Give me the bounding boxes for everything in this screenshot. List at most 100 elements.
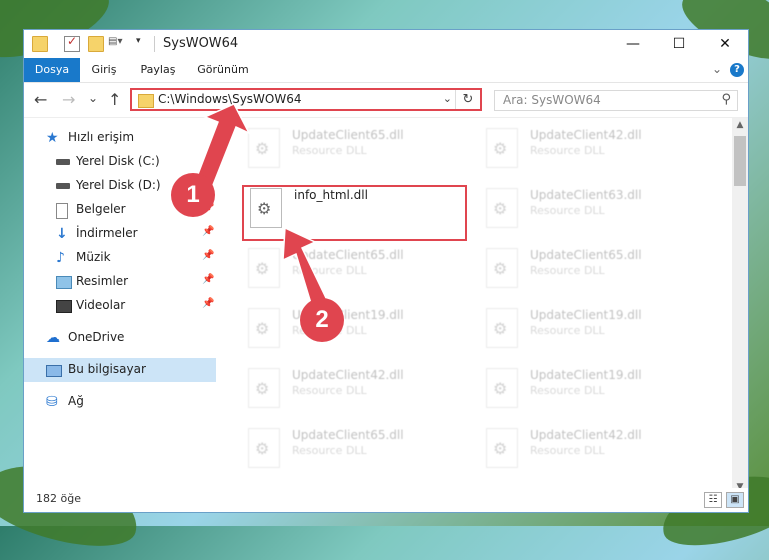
file-name: UpdateClient19.dll [530,368,642,382]
sidebar-item-label: Videolar [76,298,126,312]
close-button[interactable]: ✕ [702,30,748,58]
folder-icon[interactable] [32,36,48,52]
sidebar-item-network[interactable]: ⛁ Ağ [24,390,216,414]
file-item[interactable]: UpdateClient42.dll Resource DLL [480,122,710,174]
dll-file-icon [486,248,518,288]
sidebar-item-label: Yerel Disk (D:) [76,178,161,192]
file-name: UpdateClient42.dll [530,128,642,142]
file-type: Resource DLL [530,324,605,337]
sidebar-item-videos[interactable]: Videolar 📌 [24,294,216,318]
pin-icon[interactable]: 📌 [202,298,214,309]
up-arrow-icon[interactable]: ↑ [108,90,121,109]
file-type: Resource DLL [530,444,605,457]
dll-file-icon [248,248,280,288]
vertical-scrollbar[interactable]: ▲ ▼ [732,118,748,494]
properties-icon[interactable] [64,34,80,52]
tab-home[interactable]: Giriş [86,58,122,82]
sidebar-item-label: Ağ [68,394,84,408]
minimize-button[interactable]: — [610,30,656,58]
scroll-up-icon[interactable]: ▲ [732,120,748,130]
documents-icon [56,203,68,219]
file-name: UpdateClient65.dll [292,248,404,262]
file-item[interactable]: UpdateClient19.dll Resource DLL [480,362,710,414]
onedrive-icon: ☁ [46,330,60,346]
maximize-button[interactable]: ☐ [656,30,702,58]
file-type: Resource DLL [530,204,605,217]
file-type: Resource DLL [292,264,367,277]
file-item[interactable]: UpdateClient63.dll Resource DLL [480,182,710,234]
recent-locations-icon[interactable]: ⌄ [88,91,98,105]
file-type: Resource DLL [530,384,605,397]
pin-icon[interactable]: 📌 [202,226,214,237]
file-item[interactable]: UpdateClient19.dll Resource DLL [242,302,472,354]
file-name: UpdateClient65.dll [292,428,404,442]
file-item[interactable]: UpdateClient65.dll Resource DLL [480,242,710,294]
highlight-box [242,185,467,241]
search-icon[interactable]: ⚲ [721,92,731,107]
status-bar: 182 öğe ☷ ▣ [24,488,748,512]
file-type: Resource DLL [292,444,367,457]
refresh-icon[interactable]: ↻ [455,90,480,109]
scrollbar-thumb[interactable] [734,136,746,186]
large-icons-view-icon[interactable]: ▣ [726,492,744,508]
computer-icon [46,365,62,377]
forward-arrow-icon[interactable]: → [62,90,75,109]
window-title: SysWOW64 [163,36,239,51]
network-icon: ⛁ [46,394,58,410]
sidebar-item-pictures[interactable]: Resimler 📌 [24,270,216,294]
dll-file-icon [486,128,518,168]
dll-file-icon [248,368,280,408]
expand-ribbon-icon[interactable]: ⌄ [712,62,722,76]
file-type: Resource DLL [292,144,367,157]
file-name: UpdateClient19.dll [530,308,642,322]
details-view-icon[interactable]: ☷ [704,492,722,508]
explorer-window: ▤▾ ▾ SysWOW64 — ☐ ✕ Dosya Giriş Paylaş G… [24,30,748,512]
sidebar-item-quick-access[interactable]: ★ Hızlı erişim [24,126,216,150]
sidebar-item-music[interactable]: ♪ Müzik 📌 [24,246,216,270]
dll-file-icon [248,428,280,468]
tab-share[interactable]: Paylaş [136,58,180,82]
back-arrow-icon[interactable]: ← [34,90,47,109]
search-box[interactable]: Ara: SysWOW64 ⚲ [494,90,738,111]
navigation-bar: ← → ⌄ ↑ C:\Windows\SysWOW64 ⌄ ↻ Ara: Sys… [24,83,748,118]
new-folder-icon[interactable] [88,36,104,52]
sidebar-item-label: Bu bilgisayar [68,362,146,376]
dll-file-icon [486,428,518,468]
file-item[interactable]: UpdateClient65.dll Resource DLL [242,422,472,474]
sidebar-item-local-disk-c[interactable]: Yerel Disk (C:) [24,150,216,174]
callout-badge-1: 1 [171,173,215,217]
dll-file-icon [248,308,280,348]
file-name: UpdateClient65.dll [530,248,642,262]
file-item[interactable]: UpdateClient19.dll Resource DLL [480,302,710,354]
address-bar[interactable]: C:\Windows\SysWOW64 ⌄ ↻ [130,88,482,111]
address-path[interactable]: C:\Windows\SysWOW64 [158,92,302,106]
sidebar-item-downloads[interactable]: ↓ İndirmeler 📌 [24,222,216,246]
search-input[interactable]: Ara: SysWOW64 [503,93,601,107]
folder-icon [138,94,154,108]
dll-file-icon [486,188,518,228]
item-count: 182 öğe [36,492,81,505]
music-icon: ♪ [56,250,65,266]
sidebar-item-onedrive[interactable]: ☁ OneDrive [24,326,216,350]
tab-view[interactable]: Görünüm [194,58,252,82]
quick-access-dropdown-icon[interactable]: ▾ [136,36,150,50]
tab-file[interactable]: Dosya [24,58,80,82]
sidebar-item-label: Belgeler [76,202,126,216]
pin-icon[interactable]: 📌 [202,250,214,261]
chevron-down-icon[interactable]: ⌄ [443,92,452,105]
file-type: Resource DLL [530,144,605,157]
file-type: Resource DLL [530,264,605,277]
pin-icon[interactable]: 📌 [202,274,214,285]
star-icon: ★ [46,130,59,146]
file-item[interactable]: UpdateClient42.dll Resource DLL [480,422,710,474]
help-icon[interactable]: ? [730,63,744,77]
videos-icon [56,300,72,313]
customize-quick-access-icon[interactable]: ▤▾ [108,36,122,50]
file-item[interactable]: UpdateClient65.dll Resource DLL [242,122,472,174]
file-name: UpdateClient65.dll [292,128,404,142]
sidebar-item-this-pc[interactable]: Bu bilgisayar [24,358,216,382]
sidebar-item-label: Müzik [76,250,111,264]
dll-file-icon [486,368,518,408]
file-item[interactable]: UpdateClient42.dll Resource DLL [242,362,472,414]
file-item[interactable]: UpdateClient65.dll Resource DLL [242,242,472,294]
